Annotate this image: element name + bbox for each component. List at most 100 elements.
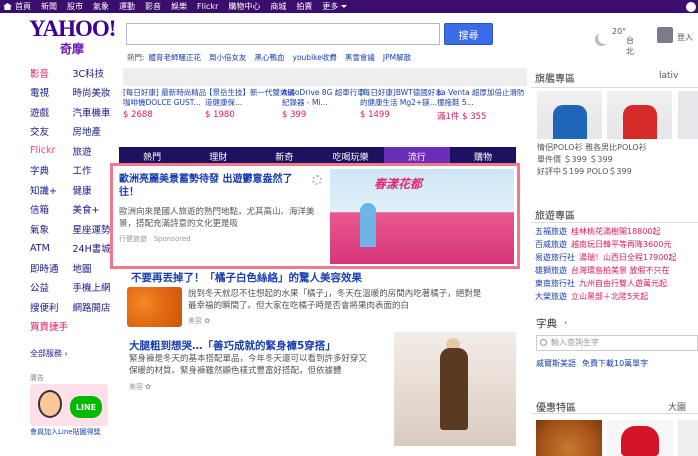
carousel-item[interactable]: La Venta 超厚加倍止滑防撞拖鞋 5... 滿1件 $ 355 xyxy=(437,68,527,122)
runway-model-photo[interactable] xyxy=(394,332,516,446)
weather-widget[interactable]: 20° 台北 xyxy=(598,27,634,56)
polo-product-image[interactable] xyxy=(607,91,672,139)
article-title[interactable]: 大腿粗到想哭…「善巧成就的緊身褲5穿搭」 xyxy=(129,338,336,353)
oranges-thumbnail[interactable] xyxy=(127,287,182,327)
travel-item[interactable]: 雄獅旅遊 台灣環島拍美景 放假不只在 xyxy=(535,265,670,276)
nav-item[interactable]: 即時通 xyxy=(30,261,73,275)
nav-item[interactable]: 公益 xyxy=(30,280,73,294)
flagship-brand[interactable]: lativ xyxy=(659,71,678,81)
nav-item[interactable]: 字典 xyxy=(30,163,73,177)
topbar-news[interactable]: 新聞 xyxy=(41,1,57,12)
flagship-text[interactable]: 單件價 ＄399 ＄399 xyxy=(537,154,613,166)
travel-item[interactable]: 百威旅遊 越南玩日韓平等再降3600元 xyxy=(535,239,671,250)
nav-item[interactable]: 遊戲 xyxy=(30,105,73,119)
carousel-item[interactable]: [每日好康] 最新時尚精品咖啡機DOLCE GUST... $ 2688 xyxy=(123,68,213,120)
hot-keyword[interactable]: youbike收費 xyxy=(293,52,337,63)
travel-item[interactable]: 東南旅行社 九州自由行雙人遊萬元起 xyxy=(535,278,667,289)
nav-item[interactable]: 氣象 xyxy=(30,222,73,236)
travel-agency[interactable]: 東南旅行社 xyxy=(535,279,575,288)
nav-item[interactable]: Flickr xyxy=(30,145,73,156)
nav-item[interactable]: 汽車機車 xyxy=(73,105,116,119)
nav-item[interactable]: 時尚美妝 xyxy=(73,85,116,99)
deal-product-image[interactable] xyxy=(678,420,698,456)
article-title[interactable]: 不要再丟掉了！「橘子白色絲絡」的驚人美容效果 xyxy=(131,270,362,285)
user-icon[interactable] xyxy=(657,27,673,43)
product-title[interactable]: [每日好康] 最新時尚精品咖啡機DOLCE GUST... xyxy=(123,88,213,108)
nav-item[interactable]: 信箱 xyxy=(30,202,73,216)
travel-agency[interactable]: 雄獅旅遊 xyxy=(535,266,567,275)
topbar-home[interactable]: 首頁 xyxy=(3,1,31,12)
nav-item[interactable]: 影音 xyxy=(30,66,73,80)
nav-item[interactable]: 美食+ xyxy=(73,202,116,216)
nav-item[interactable]: 3C科技 xyxy=(73,66,116,80)
topbar-flickr[interactable]: Flickr xyxy=(197,2,218,11)
topbar-video[interactable]: 影音 xyxy=(145,1,161,12)
yahoo-logo[interactable]: YAHOO! xyxy=(29,17,116,40)
chevron-right-icon[interactable]: › xyxy=(564,318,567,327)
dictionary-link[interactable]: 威爾斯美語 xyxy=(536,359,576,368)
travel-agency[interactable]: 易遊旅行社 xyxy=(535,253,575,262)
nav-item[interactable]: 電視 xyxy=(30,85,73,99)
topbar-weather[interactable]: 氣象 xyxy=(93,1,109,12)
hot-keyword[interactable]: 體育老師騷正花 xyxy=(149,52,202,63)
topbar-more[interactable]: 更多 xyxy=(322,1,347,12)
travel-item[interactable]: 五福旅遊 桂林桃花滿樹開18800起 xyxy=(535,226,660,237)
travel-agency[interactable]: 五福旅遊 xyxy=(535,227,567,236)
flagship-text[interactable]: 情侶POLO衫 雅各男比POLO衫 xyxy=(537,142,647,154)
nav-item[interactable]: 24H書城 xyxy=(73,241,116,255)
sponsored-image[interactable]: 春漾花都 xyxy=(330,169,514,264)
deals-brand[interactable]: 大園 xyxy=(668,400,686,413)
travel-deal[interactable]: 越南玩日韓平等再降3600元 xyxy=(571,240,671,249)
nav-item[interactable]: 星座運勢 xyxy=(73,222,116,236)
topbar-entertainment[interactable]: 娛樂 xyxy=(171,1,187,12)
product-title[interactable]: AutoDrive 8G 超車行車紀錄器 - Mi... xyxy=(282,88,372,108)
firefox-icon[interactable] xyxy=(686,1,696,12)
bread-product-image[interactable] xyxy=(536,420,602,456)
nav-item[interactable]: 買賣捷手 xyxy=(30,319,74,333)
sponsored-story-card[interactable]: 歐洲亮麗美景蓄勢待發 出遊鬱意盎然了往！ 歐洲向來是國人旅遊的熱門地點，尤其高山… xyxy=(110,163,520,269)
travel-item[interactable]: 易遊旅行社 湯瑞！山西日全程17900起 xyxy=(535,252,676,263)
topbar-auction[interactable]: 拍賣 xyxy=(296,1,312,12)
nav-item[interactable]: 工作 xyxy=(73,163,116,177)
polo-product-image[interactable] xyxy=(678,91,698,139)
dictionary-link[interactable]: 免費下載10萬單字 xyxy=(582,359,648,368)
polo-product-image[interactable] xyxy=(537,91,602,139)
travel-deal[interactable]: 九州自由行雙人遊萬元起 xyxy=(579,279,667,288)
line-ad-banner[interactable]: LINE xyxy=(30,384,108,426)
nav-item[interactable]: 地圖 xyxy=(73,261,116,275)
lingerie-product-image[interactable] xyxy=(607,420,673,456)
nav-item[interactable]: 健康 xyxy=(73,183,116,197)
nav-item[interactable]: 網路開店 xyxy=(73,300,116,314)
dictionary-title[interactable]: 字典 xyxy=(536,316,557,331)
travel-deal[interactable]: 湯瑞！山西日全程17900起 xyxy=(579,253,676,262)
nav-item[interactable]: 搜便利 xyxy=(30,300,73,314)
travel-deal[interactable]: 立山黑部＋北陸5天起 xyxy=(571,292,648,301)
hot-keyword[interactable]: 周小倍女友 xyxy=(209,52,247,63)
topbar-stocks[interactable]: 股市 xyxy=(67,1,83,12)
travel-agency[interactable]: 百威旅遊 xyxy=(535,240,567,249)
search-input[interactable] xyxy=(126,23,440,45)
topbar-shopping-center[interactable]: 購物中心 xyxy=(228,1,260,12)
travel-deal[interactable]: 台灣環島拍美景 放假不只在 xyxy=(571,266,670,275)
nav-item[interactable]: ATM xyxy=(30,243,73,254)
hot-keyword[interactable]: 黑雪會議 xyxy=(345,52,375,63)
search-button[interactable]: 搜尋 xyxy=(444,23,493,45)
nav-item[interactable]: 手機上網 xyxy=(73,280,116,294)
flagship-text[interactable]: 好評中＄199 POLO＄399 xyxy=(537,166,632,178)
topbar-mall[interactable]: 商城 xyxy=(270,1,286,12)
travel-item[interactable]: 大榮旅遊 立山黑部＋北陸5天起 xyxy=(535,291,648,302)
sponsored-title[interactable]: 歐洲亮麗美景蓄勢待發 出遊鬱意盎然了往！ xyxy=(119,173,309,199)
dictionary-search-input[interactable]: 輸入查詢生字 xyxy=(536,335,698,351)
carousel-item[interactable]: AutoDrive 8G 超車行車紀錄器 - Mi... $ 399 xyxy=(282,68,372,120)
login-link[interactable]: 登入 xyxy=(677,32,693,43)
product-title[interactable]: La Venta 超厚加倍止滑防撞拖鞋 5... xyxy=(437,88,527,108)
topbar-sports[interactable]: 運動 xyxy=(119,1,135,12)
nav-item[interactable]: 知識+ xyxy=(30,183,73,197)
nav-item[interactable]: 旅遊 xyxy=(73,144,116,158)
all-services-link[interactable]: 全部服務 › xyxy=(30,348,68,359)
travel-agency[interactable]: 大榮旅遊 xyxy=(535,292,567,301)
nav-item[interactable]: 交友 xyxy=(30,124,73,138)
nav-item[interactable]: 房地產 xyxy=(73,124,116,138)
hot-keyword[interactable]: 黑心鴨血 xyxy=(255,52,285,63)
hot-keyword[interactable]: JPM解散 xyxy=(383,52,411,63)
